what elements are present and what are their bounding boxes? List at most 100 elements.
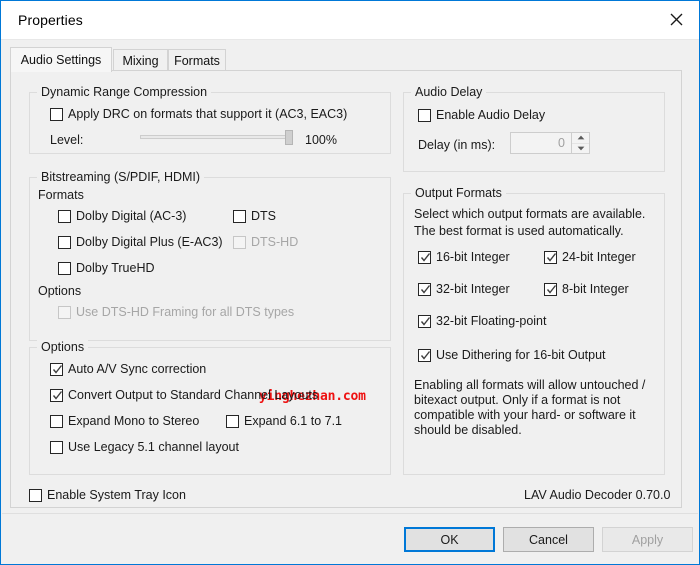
spinner-up-icon[interactable] (572, 133, 589, 143)
output-formats-description-line2: The best format is used automatically. (414, 224, 624, 238)
tab-strip: Audio Settings Mixing Formats (10, 47, 690, 72)
ok-button-label: OK (440, 532, 459, 547)
checkbox-box (50, 389, 63, 402)
checkbox-16-bit-integer[interactable]: 16-bit Integer (418, 250, 510, 264)
level-value: 100% (305, 133, 337, 147)
checkbox-box (418, 251, 431, 264)
checkbox-box (58, 306, 71, 319)
checkbox-enable-audio-delay[interactable]: Enable Audio Delay (418, 108, 545, 122)
checkbox-box (58, 262, 71, 275)
checkbox-convert-output[interactable]: Convert Output to Standard Channel Layou… (50, 388, 318, 402)
audio-delay-group: Audio Delay Enable Audio Delay Delay (in… (403, 85, 665, 172)
tab-mixing[interactable]: Mixing (113, 49, 168, 71)
checkbox-auto-av-sync[interactable]: Auto A/V Sync correction (50, 362, 206, 376)
checkbox-expand-mono[interactable]: Expand Mono to Stereo (50, 414, 199, 428)
checkbox-dolby-digital[interactable]: Dolby Digital (AC-3) (58, 209, 186, 223)
checkbox-label: Expand Mono to Stereo (68, 414, 200, 428)
checkbox-box (544, 283, 557, 296)
checkbox-box (50, 363, 63, 376)
checkbox-box (58, 210, 71, 223)
checkbox-legacy-51-layout[interactable]: Use Legacy 5.1 channel layout (50, 440, 239, 454)
spinner-down-icon[interactable] (572, 142, 589, 154)
tab-label: Mixing (122, 53, 159, 68)
checkbox-box (418, 283, 431, 296)
formats-subheading: Formats (38, 188, 84, 202)
checkbox-box (418, 349, 431, 362)
checkbox-box (544, 251, 557, 264)
checkbox-label: Use Dithering for 16-bit Output (436, 348, 606, 362)
close-icon[interactable] (654, 1, 699, 37)
checkbox-dolby-digital-plus[interactable]: Dolby Digital Plus (E-AC3) (58, 235, 223, 249)
group-label: Output Formats (411, 186, 506, 200)
checkbox-32-bit-integer[interactable]: 32-bit Integer (418, 282, 510, 296)
delay-value: 0 (558, 136, 565, 150)
group-label: Audio Delay (411, 85, 487, 99)
audio-settings-panel: Dynamic Range Compression Apply DRC on f… (10, 70, 682, 508)
checkbox-label: Enable Audio Delay (436, 108, 546, 122)
bitstreaming-group: Bitstreaming (S/PDIF, HDMI) Formats Dolb… (29, 170, 391, 341)
output-formats-description-line1: Select which output formats are availabl… (414, 207, 646, 221)
checkbox-8-bit-integer[interactable]: 8-bit Integer (544, 282, 629, 296)
delay-spinner[interactable]: 0 (510, 132, 590, 154)
output-formats-note: Enabling all formats will allow untouche… (414, 378, 646, 437)
cancel-button[interactable]: Cancel (503, 527, 594, 552)
tab-label: Formats (174, 53, 220, 68)
checkbox-box (29, 489, 42, 502)
checkbox-label: Use DTS-HD Framing for all DTS types (76, 305, 295, 319)
checkbox-box (233, 236, 246, 249)
slider-thumb[interactable] (285, 130, 293, 145)
checkbox-label: Dolby TrueHD (76, 261, 155, 275)
checkbox-label: Apply DRC on formats that support it (AC… (68, 107, 348, 121)
checkbox-use-dithering[interactable]: Use Dithering for 16-bit Output (418, 348, 606, 362)
checkbox-label: Dolby Digital (AC-3) (76, 209, 187, 223)
slider-track (140, 135, 293, 139)
version-label: LAV Audio Decoder 0.70.0 (524, 488, 671, 502)
group-label: Dynamic Range Compression (37, 85, 212, 99)
checkbox-label: DTS (251, 209, 276, 223)
checkbox-dolby-truehd[interactable]: Dolby TrueHD (58, 261, 155, 275)
tab-formats[interactable]: Formats (168, 49, 226, 71)
checkbox-32-bit-floating-point[interactable]: 32-bit Floating-point (418, 314, 546, 328)
checkbox-box (418, 315, 431, 328)
apply-button-label: Apply (631, 532, 664, 547)
checkbox-box (50, 415, 63, 428)
checkbox-label: Dolby Digital Plus (E-AC3) (76, 235, 223, 249)
checkbox-dts[interactable]: DTS (233, 209, 276, 223)
checkbox-label: 8-bit Integer (562, 282, 629, 296)
level-label: Level: (50, 133, 84, 147)
group-label: Options (37, 340, 89, 354)
output-formats-group: Output Formats Select which output forma… (403, 186, 665, 475)
checkbox-label: 32-bit Integer (436, 282, 510, 296)
checkbox-label: Auto A/V Sync correction (68, 362, 207, 376)
checkbox-box (226, 415, 239, 428)
checkbox-label: DTS-HD (251, 235, 299, 249)
checkbox-apply-drc[interactable]: Apply DRC on formats that support it (AC… (50, 107, 347, 121)
tab-audio-settings[interactable]: Audio Settings (10, 47, 112, 72)
title-bar: Properties (1, 1, 699, 40)
ok-button[interactable]: OK (404, 527, 495, 552)
checkbox-label: Enable System Tray Icon (47, 488, 186, 502)
checkbox-label: 16-bit Integer (436, 250, 510, 264)
window-title: Properties (18, 12, 83, 28)
apply-button: Apply (602, 527, 693, 552)
checkbox-box (233, 210, 246, 223)
checkbox-box (418, 109, 431, 122)
checkbox-label: Expand 6.1 to 7.1 (244, 414, 342, 428)
checkbox-dts-hd-framing: Use DTS-HD Framing for all DTS types (58, 305, 294, 319)
checkbox-box (58, 236, 71, 249)
checkbox-box (50, 108, 63, 121)
properties-window: Properties Audio Settings Mixing Formats… (0, 0, 700, 565)
checkbox-24-bit-integer[interactable]: 24-bit Integer (544, 250, 636, 264)
group-label: Bitstreaming (S/PDIF, HDMI) (37, 170, 205, 184)
dynamic-range-compression-group: Dynamic Range Compression Apply DRC on f… (29, 85, 391, 154)
checkbox-label: 24-bit Integer (562, 250, 636, 264)
spinner-arrows (571, 133, 589, 153)
checkbox-dts-hd: DTS-HD (233, 235, 298, 249)
checkbox-box (50, 441, 63, 454)
checkbox-label: Convert Output to Standard Channel Layou… (68, 388, 319, 402)
checkbox-label: Use Legacy 5.1 channel layout (68, 440, 239, 454)
drc-level-slider[interactable] (140, 129, 293, 145)
checkbox-enable-system-tray-icon[interactable]: Enable System Tray Icon (29, 488, 186, 502)
options-subheading: Options (38, 284, 82, 298)
checkbox-expand-61-to-71[interactable]: Expand 6.1 to 7.1 (226, 414, 342, 428)
